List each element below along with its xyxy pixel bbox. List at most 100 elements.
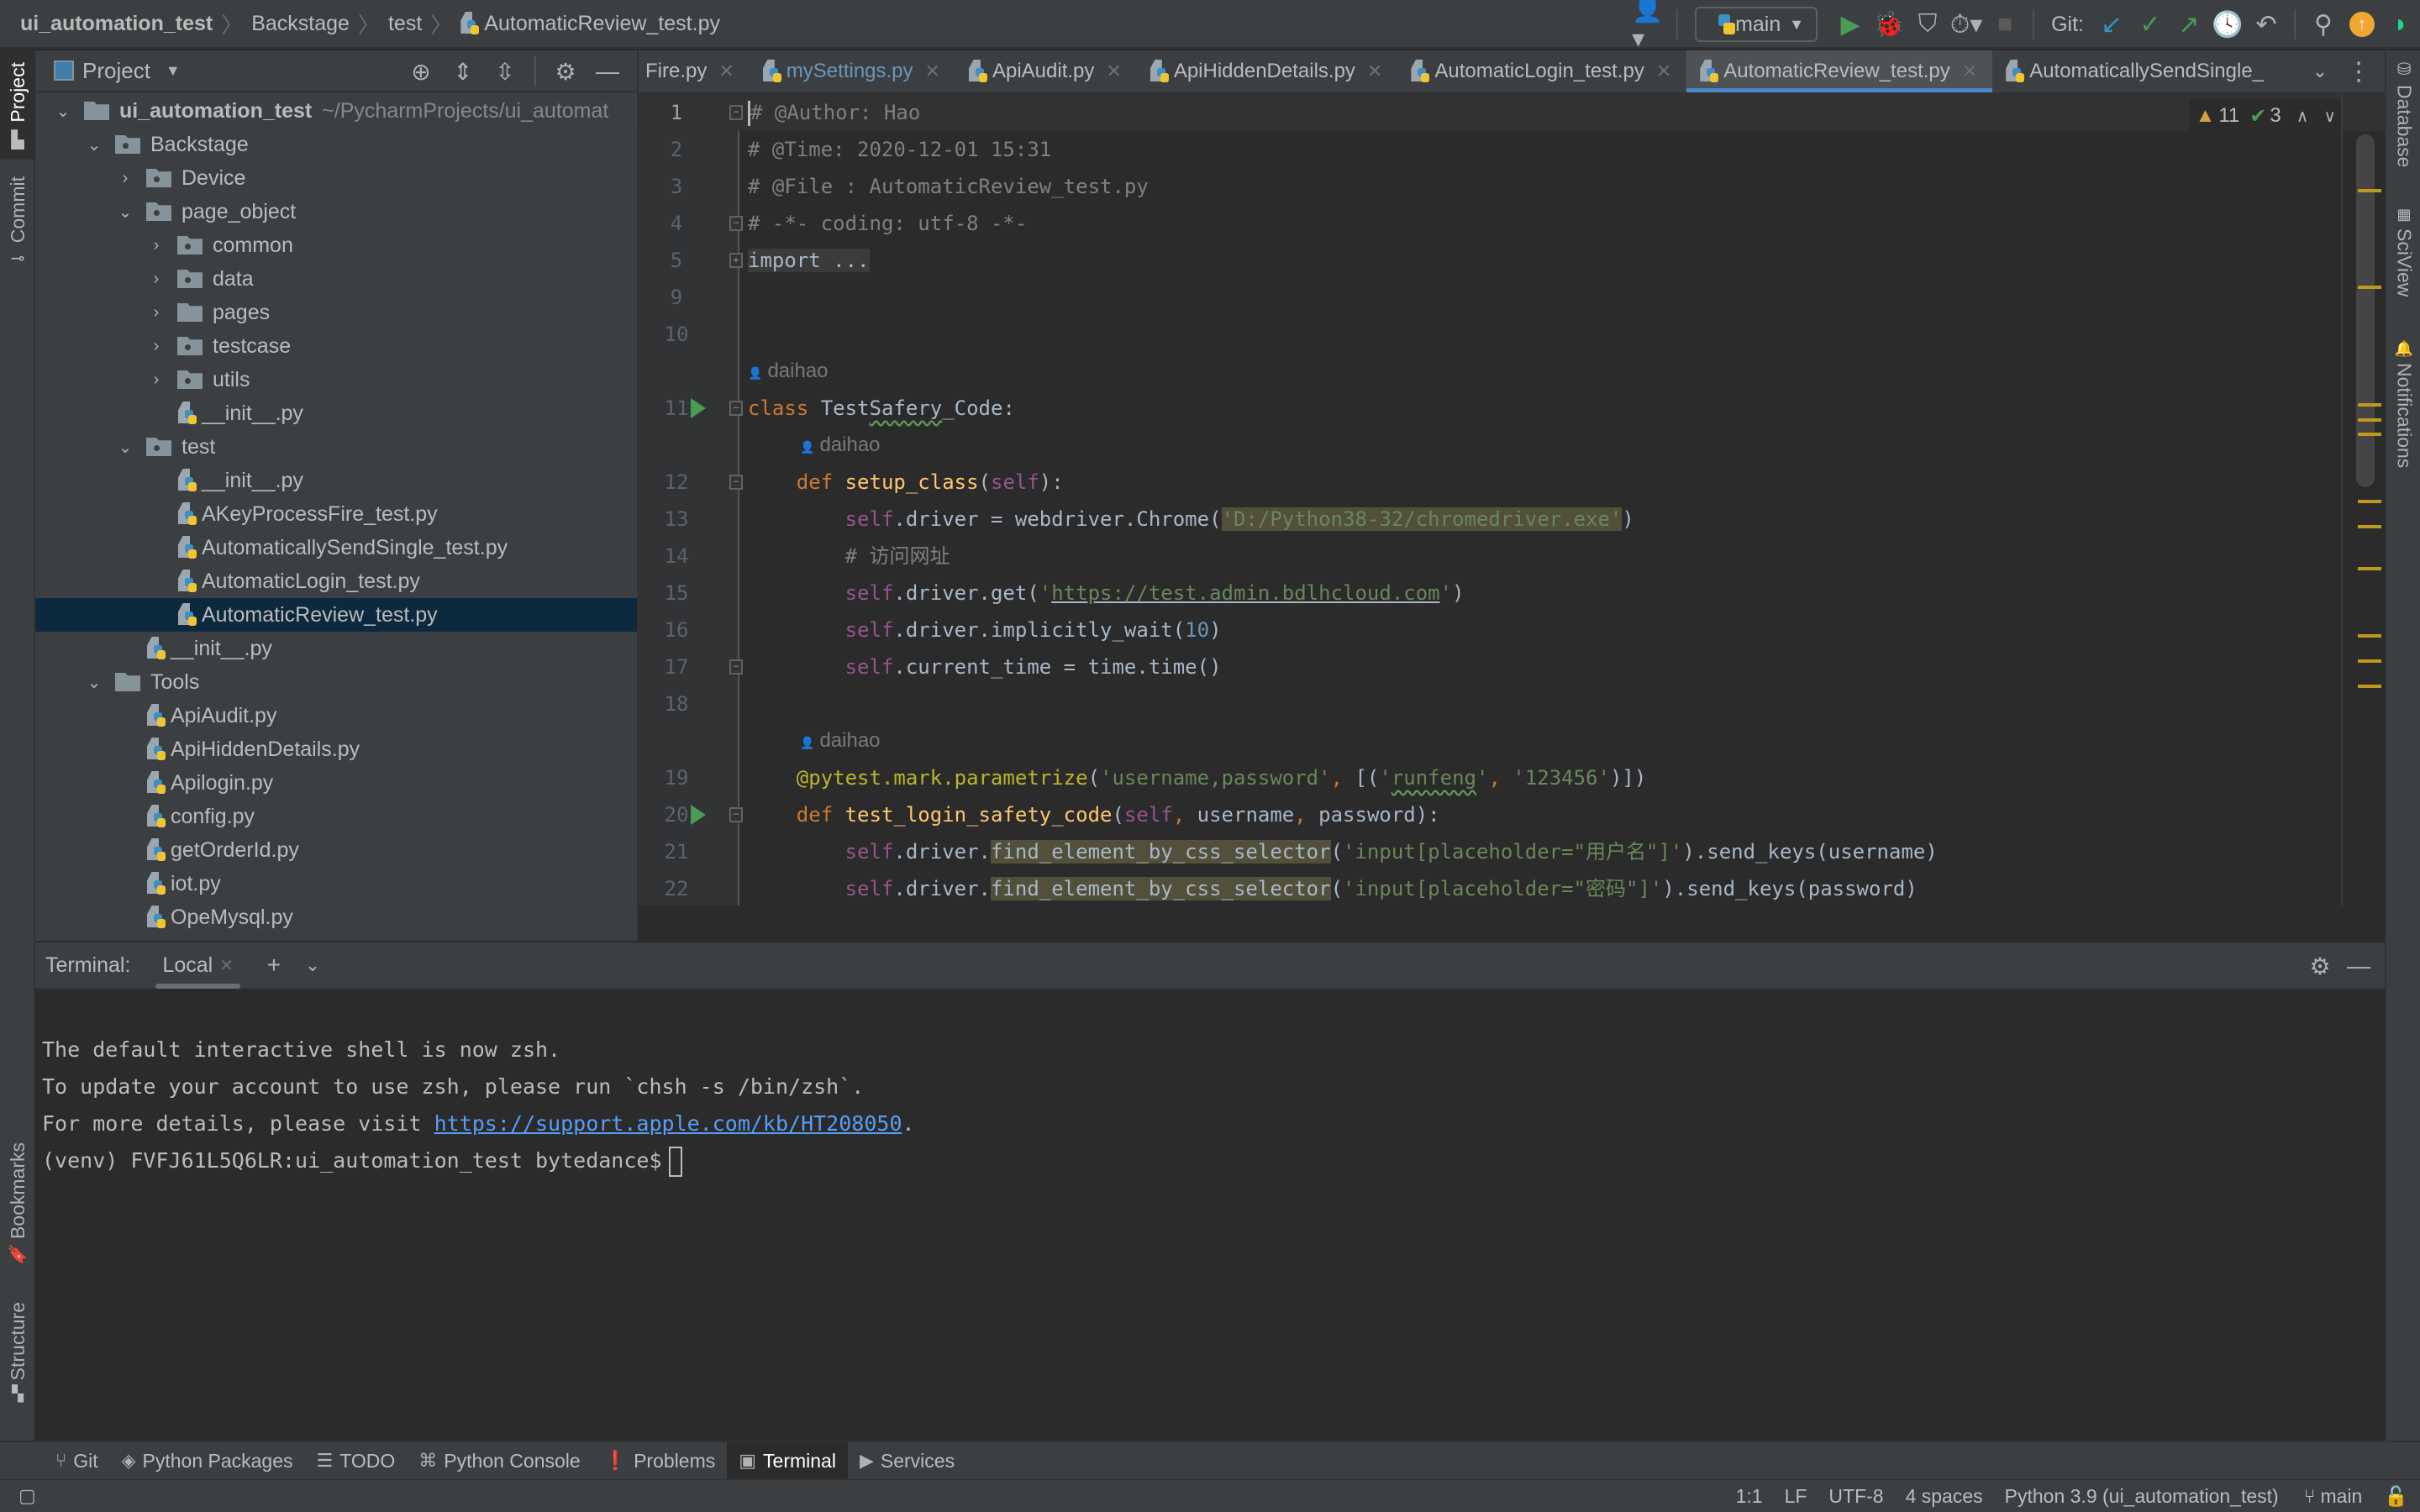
editor-tab[interactable]: Fire.py ✕ <box>639 50 750 92</box>
run-config-selector[interactable]: main ▼ <box>1695 7 1818 42</box>
tool-tab-sciview[interactable]: ▦ SciView <box>2386 206 2420 315</box>
close-icon[interactable]: ✕ <box>1367 60 1382 82</box>
tree-item[interactable]: config.py <box>35 800 637 833</box>
warning-marker[interactable] <box>2358 659 2381 663</box>
code-line[interactable]: 9 <box>639 279 2385 316</box>
tool-tab-notifications[interactable]: 🔔 Notifications <box>2386 340 2420 508</box>
warning-marker[interactable] <box>2358 433 2381 436</box>
tool-window-python-console[interactable]: ⌘ Python Console <box>407 1441 592 1480</box>
new-tab-icon[interactable]: + <box>257 948 291 982</box>
code-line[interactable]: 14 # 访问网址 <box>639 538 2385 575</box>
code-author-hint[interactable]: daihao <box>639 427 2385 464</box>
warning-marker[interactable] <box>2358 525 2381 528</box>
tree-item[interactable]: ApiAudit.py <box>35 699 637 732</box>
tool-tab-project[interactable]: Project ▙ <box>0 50 35 160</box>
code-line[interactable]: 17 − self.current_time = time.time() <box>639 648 2385 685</box>
code-line[interactable]: 21 self.driver.find_element_by_css_selec… <box>639 833 2385 870</box>
warning-marker[interactable] <box>2358 685 2381 688</box>
collapse-fold-icon[interactable]: − <box>729 105 743 120</box>
tool-tab-structure[interactable]: Structure ▚ <box>0 1302 35 1428</box>
expand-all-icon[interactable]: ⇕ <box>445 55 481 88</box>
close-icon[interactable]: ✕ <box>925 60 940 82</box>
lock-icon[interactable]: 🔓 <box>2384 1485 2408 1508</box>
tool-tab-database[interactable]: ⛁ Database <box>2386 59 2420 185</box>
user-icon[interactable]: 👤▾ <box>1632 0 1665 53</box>
coverage-icon[interactable]: ⛉ <box>1911 8 1944 41</box>
code-line[interactable]: 5 + import ... <box>639 242 2385 279</box>
code-line[interactable]: 12 − def setup_class(self): <box>639 464 2385 501</box>
tree-item[interactable]: › pages <box>35 296 637 329</box>
tool-window-python-packages[interactable]: ◈ Python Packages <box>110 1441 305 1480</box>
tool-window-services[interactable]: ▶ Services <box>848 1441 966 1480</box>
toggle-tool-windows-icon[interactable]: ▢ <box>0 1485 36 1507</box>
chevron-right-icon[interactable]: › <box>147 270 166 289</box>
run-gutter-icon[interactable] <box>691 805 706 825</box>
tree-item[interactable]: AutomaticLogin_test.py <box>35 564 637 598</box>
tree-item[interactable]: AutomaticReview_test.py <box>35 598 637 632</box>
stop-icon[interactable]: ■ <box>1988 8 2022 41</box>
code-line[interactable]: 2 # @Time: 2020-12-01 15:31 <box>639 131 2385 168</box>
git-branch[interactable]: main <box>2321 1485 2363 1508</box>
collapse-fold-icon[interactable]: − <box>729 216 743 231</box>
breadcrumb-project[interactable]: ui_automation_test <box>20 12 213 36</box>
collapse-fold-icon[interactable]: − <box>729 807 743 822</box>
tree-item[interactable]: __init__.py <box>35 632 637 665</box>
close-icon[interactable]: ✕ <box>1962 60 1977 82</box>
tree-item[interactable]: › common <box>35 228 637 262</box>
chevron-right-icon[interactable]: › <box>147 303 166 323</box>
tree-item[interactable]: __init__.py <box>35 396 637 430</box>
next-highlight-icon[interactable]: ∨ <box>2323 106 2336 127</box>
chevron-right-icon[interactable]: › <box>147 337 166 356</box>
hide-icon[interactable]: — <box>2342 949 2375 983</box>
tree-item[interactable]: ApiHiddenDetails.py <box>35 732 637 766</box>
breadcrumb-test[interactable]: test <box>388 12 422 36</box>
more-icon[interactable]: ⋮ <box>2342 55 2375 88</box>
close-icon[interactable]: ✕ <box>718 60 734 82</box>
chevron-right-icon[interactable]: › <box>147 236 166 255</box>
tree-item[interactable]: ⌄ test <box>35 430 637 464</box>
code-with-me-icon[interactable]: ◗ <box>2384 8 2417 41</box>
run-icon[interactable]: ▶ <box>1833 8 1867 41</box>
tree-item[interactable]: __init__.py <box>35 464 637 497</box>
warning-marker[interactable] <box>2358 418 2381 422</box>
code-line[interactable]: 13 self.driver = webdriver.Chrome('D:/Py… <box>639 501 2385 538</box>
code-line[interactable]: 3 # @File : AutomaticReview_test.py <box>639 168 2385 205</box>
git-push-icon[interactable]: ↗ <box>2172 8 2206 41</box>
run-gutter-icon[interactable] <box>691 398 706 418</box>
breadcrumb-backstage[interactable]: Backstage <box>251 12 350 36</box>
editor-tab[interactable]: ApiAudit.py ✕ <box>955 50 1137 92</box>
python-interpreter[interactable]: Python 3.9 (ui_automation_test) <box>2005 1485 2279 1508</box>
chevron-right-icon[interactable]: › <box>147 370 166 390</box>
terminal-output[interactable]: The default interactive shell is now zsh… <box>35 990 2385 1221</box>
tree-item[interactable]: › Device <box>35 161 637 195</box>
warning-marker[interactable] <box>2358 634 2381 638</box>
chevron-down-icon[interactable]: ⌄ <box>2303 55 2337 88</box>
code-editor[interactable]: 1− # @Author: Hao 2 # @Time: 2020-12-01 15:… <box>639 94 2385 906</box>
code-line[interactable]: 18 <box>639 685 2385 722</box>
close-icon[interactable]: ✕ <box>1656 60 1671 82</box>
code-line[interactable]: 22 self.driver.find_element_by_css_selec… <box>639 870 2385 906</box>
gear-icon[interactable]: ⚙ <box>2303 949 2337 983</box>
chevron-down-icon[interactable]: ⌄ <box>116 202 134 223</box>
tool-tab-commit[interactable]: Commit ⊸ <box>0 176 35 286</box>
history-icon[interactable]: 🕓 <box>2211 8 2244 41</box>
inspection-widget[interactable]: ▲ 11 ✔ 3 ∧ ∨ <box>2188 99 2343 133</box>
chevron-down-icon[interactable]: ▼ <box>166 62 181 80</box>
collapse-fold-icon[interactable]: − <box>729 659 743 675</box>
code-line[interactable]: 11− class TestSafery_Code: <box>639 390 2385 427</box>
editor-tab[interactable]: mySettings.py ✕ <box>750 50 955 92</box>
tool-window-todo[interactable]: ☰ TODO <box>305 1441 408 1480</box>
tool-tab-bookmarks[interactable]: Bookmarks 🔖 <box>0 1142 35 1277</box>
tree-item[interactable]: ⌄ page_object <box>35 195 637 228</box>
editor-scrollbar[interactable] <box>2341 94 2385 906</box>
editor-tab[interactable]: AutomaticLogin_test.py ✕ <box>1397 50 1686 92</box>
code-author-hint[interactable]: daihao <box>639 722 2385 759</box>
terminal-cursor[interactable] <box>668 1147 682 1177</box>
editor-tab[interactable]: AutomaticallySendSingle_ <box>1992 50 2279 92</box>
hide-icon[interactable]: — <box>589 55 626 88</box>
breadcrumb-file[interactable]: AutomaticReview_test.py <box>484 12 720 36</box>
caret-position[interactable]: 1:1 <box>1736 1485 1763 1508</box>
code-line[interactable]: 16 self.driver.implicitly_wait(10) <box>639 612 2385 648</box>
tree-item[interactable]: › utils <box>35 363 637 396</box>
tree-item[interactable]: AKeyProcessFire_test.py <box>35 497 637 531</box>
